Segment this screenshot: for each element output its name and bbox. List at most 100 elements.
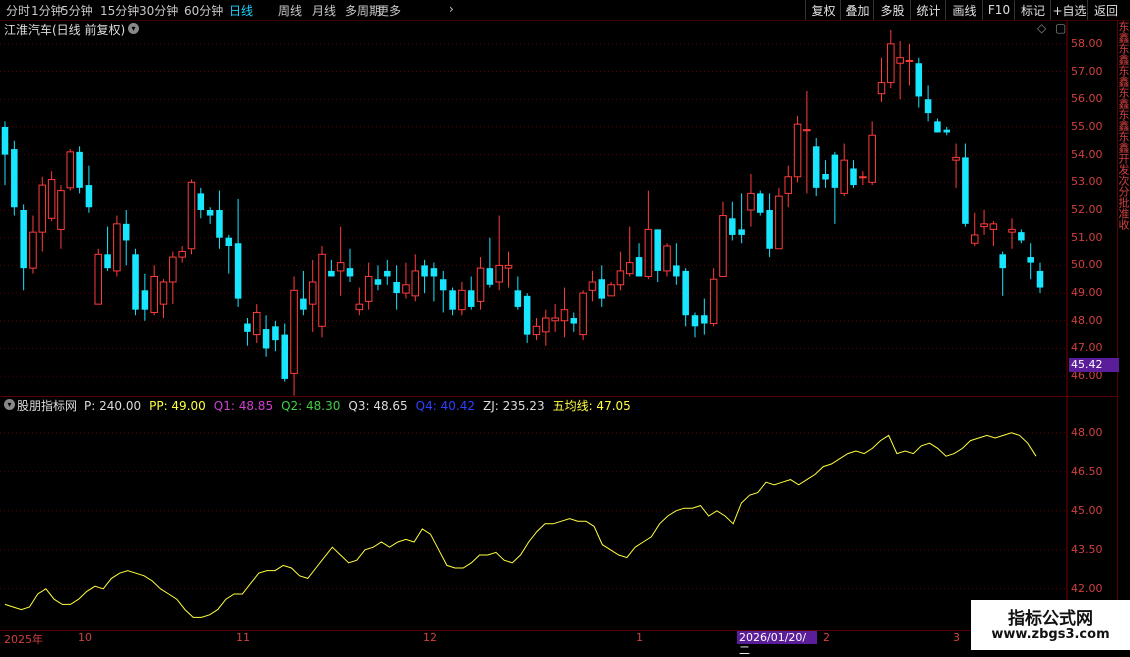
price-tick-label: 57.00 [1071,64,1103,78]
candle-body [187,181,196,250]
side-info-strip: 东鑫东鑫东鑫东鑫东鑫东鑫开发次分批准收 [1118,21,1130,230]
price-tick-label: 56.00 [1071,92,1103,106]
candle-body [616,270,625,286]
candle-body [868,134,876,183]
candle-body [701,315,708,324]
candle-body [607,284,615,297]
candle-body [430,268,438,277]
candle-body [85,185,93,208]
price-tick-label: 52.00 [1071,203,1103,216]
indicator-value-4: Q3: 48.65 [348,399,408,413]
candle-body [729,218,736,235]
chevron-down-icon[interactable]: ▾ [4,399,15,410]
date-axis: 2025年 10 11 12 1 2 3 [0,630,1130,650]
candle-body [244,323,251,332]
candle-body [328,270,335,277]
candle-body [225,237,233,246]
candle-body [449,290,456,310]
candle-body [831,154,839,188]
candle-body [514,290,522,307]
price-tick-label: 49.00 [1071,286,1103,300]
candle-body [896,57,904,64]
candle-body [1027,257,1034,263]
indicator-tick-label: 43.50 [1071,542,1103,556]
indicator-values: P: 240.00 PP: 49.00 Q1: 48.85 Q2: 48.30 Q3: … [84,397,639,414]
candle-body [915,63,923,97]
candle-body [980,223,988,228]
candle-body [747,192,755,211]
candle-body [532,325,541,336]
candle-body [952,156,960,161]
candle-body [934,121,941,133]
candle-body [598,279,606,299]
candle-body [113,223,121,272]
indicator-tick-label: 42.00 [1071,581,1103,595]
candle-body [20,210,27,269]
candle-body [1036,270,1044,288]
price-tick-label: 50.00 [1071,258,1103,272]
candle-body [421,265,428,277]
candle-body [644,228,653,277]
candle-body [962,157,969,224]
date-tick-label: 12 [423,631,437,644]
candle-body [141,290,149,310]
candle-body [216,210,223,238]
date-tick-label: 2025年 [4,633,43,646]
candle-body [318,253,326,327]
candle-body [775,195,783,250]
candle-body [970,234,979,244]
candle-body [905,59,914,62]
candle-body [467,290,475,307]
indicator-value-2: Q1: 48.85 [213,399,274,413]
candle-body [560,309,569,322]
candle-body [635,257,643,277]
candle-body [504,264,513,269]
candle-body [989,223,998,230]
price-tick-label: 58.00 [1071,36,1103,50]
candle-body [252,311,261,336]
candle-body [1018,232,1025,241]
candle-body [300,298,307,310]
candle-body [793,123,802,178]
indicator-value-3: Q2: 48.30 [281,399,341,413]
candle-body [476,267,485,302]
candle-body [551,317,559,322]
candle-body [486,268,494,285]
candle-body [542,317,550,333]
price-tick-label: 55.00 [1071,119,1103,133]
candle-body [57,190,65,230]
candle-body [663,245,671,272]
indicator-tick-label: 48.00 [1071,425,1103,439]
candle-body [999,254,1006,269]
candle-body [29,231,37,269]
candle-body [411,270,420,297]
indicator-name[interactable]: 股朋指标网 [17,397,77,414]
candle-body [709,278,718,325]
candle-body [495,264,503,283]
candle-body [262,329,270,349]
candle-body [803,129,811,132]
candle-body [682,270,689,316]
indicator-tick-label: 45.00 [1071,503,1103,517]
candle-body [66,151,75,189]
candle-body [38,184,47,233]
candle-body [94,253,103,305]
candle-body [719,215,727,277]
date-tick-label: 2 [823,631,830,644]
candle-body [150,275,158,313]
candle-body [887,43,895,84]
candle-body [346,268,354,277]
candle-body [132,254,139,310]
candle-body [234,243,242,299]
candle-body [308,281,317,305]
watermark-url: www.zbgs3.com [991,627,1110,642]
indicator-tick-label: 46.50 [1071,464,1103,478]
candle-body [169,256,177,283]
candle-body [943,129,951,133]
candle-body [281,334,288,379]
candle-body [206,210,214,216]
date-tick-label: 10 [78,631,92,644]
candle-body [122,223,130,241]
candle-body [579,292,587,336]
date-tick-label: 11 [236,631,250,644]
